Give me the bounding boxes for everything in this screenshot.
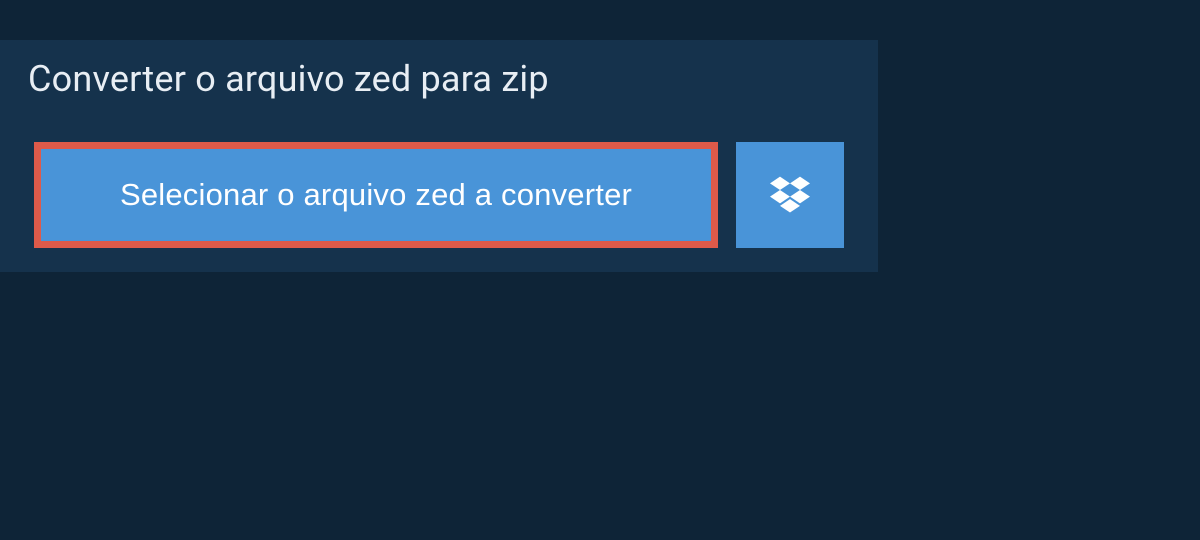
select-file-button[interactable]: Selecionar o arquivo zed a converter bbox=[34, 142, 718, 248]
dropbox-button[interactable] bbox=[736, 142, 844, 248]
title-bar: Converter o arquivo zed para zip bbox=[0, 40, 660, 118]
dropbox-icon bbox=[770, 176, 810, 214]
converter-panel: Converter o arquivo zed para zip Selecio… bbox=[0, 40, 878, 272]
page-title: Converter o arquivo zed para zip bbox=[28, 58, 632, 100]
button-row: Selecionar o arquivo zed a converter bbox=[0, 118, 878, 272]
